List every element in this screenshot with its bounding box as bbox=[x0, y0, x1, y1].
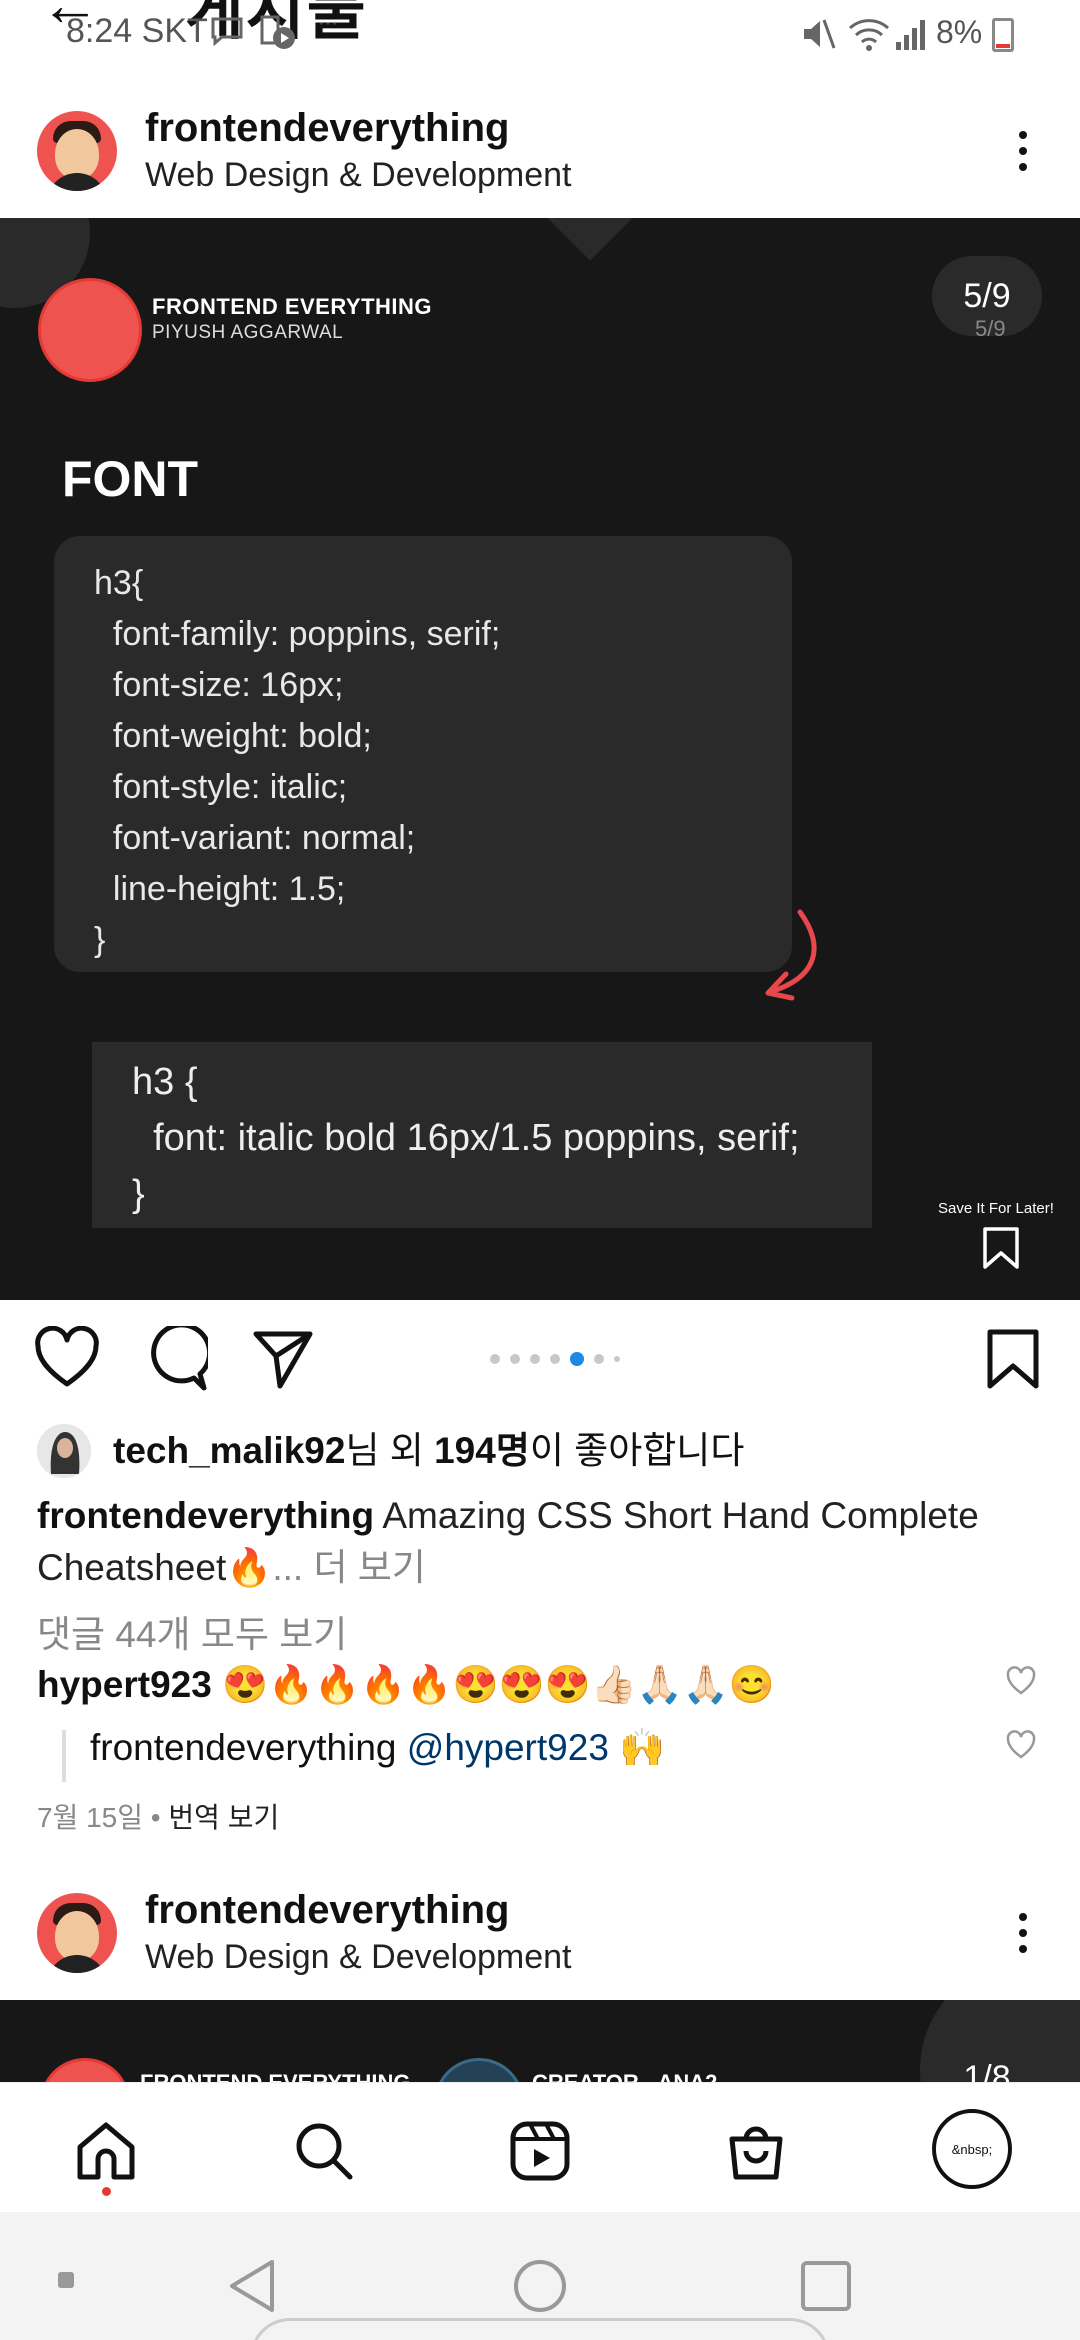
brand-name: FRONTEND EVERYTHING bbox=[152, 294, 433, 319]
like-heart-icon[interactable] bbox=[34, 1325, 100, 1392]
system-indicator-dot bbox=[58, 2272, 74, 2288]
decorative-diamond bbox=[547, 218, 633, 261]
reply-like-icon[interactable] bbox=[1006, 1730, 1036, 1760]
home-icon[interactable] bbox=[74, 2119, 138, 2188]
system-home-icon[interactable] bbox=[512, 2258, 568, 2319]
slide-bookmark-icon bbox=[982, 1226, 1020, 1275]
share-send-icon[interactable] bbox=[250, 1326, 316, 1392]
shop-bag-icon[interactable] bbox=[724, 2119, 788, 2188]
battery-percent: 8% bbox=[936, 14, 983, 50]
youtube-icon bbox=[258, 14, 298, 58]
reels-icon[interactable] bbox=[508, 2119, 572, 2188]
brand-avatar bbox=[38, 278, 142, 382]
curved-arrow-icon bbox=[756, 908, 836, 1013]
comment-username[interactable]: hypert923 bbox=[37, 1664, 212, 1705]
post2-author-avatar[interactable] bbox=[37, 1893, 117, 1973]
comment-like-icon[interactable] bbox=[1006, 1666, 1036, 1696]
chat-icon bbox=[210, 16, 244, 54]
reply-thread-line bbox=[62, 1730, 66, 1782]
status-time: 8:24 SKT bbox=[66, 12, 208, 50]
system-back-icon[interactable] bbox=[226, 2258, 278, 2319]
wifi-icon bbox=[848, 16, 890, 60]
liker-avatar[interactable] bbox=[37, 1424, 91, 1478]
carousel-indicator bbox=[490, 1350, 630, 1368]
caption-username[interactable]: frontendeverything bbox=[37, 1495, 374, 1536]
translate-link[interactable]: 번역 보기 bbox=[168, 1802, 279, 1833]
post2-more-options-icon[interactable] bbox=[1017, 1913, 1029, 1961]
reply-username[interactable]: frontendeverything bbox=[90, 1727, 396, 1768]
comment-icon[interactable] bbox=[142, 1322, 213, 1392]
reply-item: frontendeverything @hypert923 🙌 bbox=[90, 1727, 665, 1770]
signal-icon bbox=[894, 16, 930, 60]
liker-username[interactable]: tech_malik92 bbox=[113, 1430, 345, 1471]
view-all-comments-link[interactable]: 댓글 44개 모두 보기 bbox=[37, 1604, 347, 1658]
more-options-icon[interactable] bbox=[1017, 131, 1029, 179]
system-recents-icon[interactable] bbox=[800, 2260, 852, 2317]
carrier: SKT bbox=[141, 12, 208, 50]
comment-item: hypert923 😍🔥🔥🔥🔥😍😍😍👍🏻🙏🏻🙏🏻😊 bbox=[37, 1664, 775, 1707]
mute-icon bbox=[800, 16, 836, 60]
profile-avatar-tab[interactable]: &nbsp; bbox=[932, 2109, 1012, 2189]
save-bookmark-icon[interactable] bbox=[980, 1326, 1046, 1392]
battery-icon bbox=[992, 18, 1014, 52]
status-bar: ← 게시물 8:24 SKT ··· 8% bbox=[0, 0, 1080, 70]
post-meta: 7월 15일 • 번역 보기 bbox=[37, 1802, 280, 1833]
search-icon[interactable] bbox=[292, 2119, 356, 2188]
slide-title: FONT bbox=[62, 451, 199, 507]
reply-text: 🙌 bbox=[608, 1727, 666, 1768]
see-more-link[interactable]: ... 더 보기 bbox=[272, 1547, 426, 1588]
bottom-navigation: &nbsp; bbox=[0, 2082, 1080, 2212]
gesture-pill bbox=[250, 2318, 830, 2340]
reply-mention[interactable]: @hypert923 bbox=[407, 1727, 609, 1768]
post-author-username[interactable]: frontendeverything bbox=[145, 106, 509, 151]
carousel-counter-ghost: 5/9 bbox=[975, 316, 1006, 341]
home-notification-dot bbox=[102, 2187, 111, 2196]
post2-author-subtitle: Web Design & Development bbox=[145, 1938, 572, 1976]
likes-text[interactable]: tech_malik92님 외 194명이 좋아합니다 bbox=[113, 1420, 744, 1474]
code-block-longhand: h3{ font-family: poppins, serif; font-si… bbox=[54, 536, 792, 972]
post-date: 7월 15일 bbox=[37, 1802, 144, 1833]
post2-author-username[interactable]: frontendeverything bbox=[145, 1888, 509, 1933]
like-count: 194명 bbox=[434, 1430, 530, 1471]
post-carousel-slide[interactable]: FRONTEND EVERYTHING PIYUSH AGGARWAL 5/9 … bbox=[0, 218, 1080, 1300]
more-notifications: ··· bbox=[318, 12, 338, 34]
post-author-avatar[interactable] bbox=[37, 111, 117, 191]
comment-text: 😍🔥🔥🔥🔥😍😍😍👍🏻🙏🏻🙏🏻😊 bbox=[211, 1664, 775, 1705]
brand-author: PIYUSH AGGARWAL bbox=[152, 322, 344, 343]
save-later-label: Save It For Later! bbox=[938, 1200, 1054, 1217]
system-navigation-bar bbox=[0, 2212, 1080, 2340]
post-caption: frontendeverything Amazing CSS Short Han… bbox=[37, 1490, 1047, 1594]
post-author-subtitle: Web Design & Development bbox=[145, 156, 572, 194]
code-block-shorthand: h3 { font: italic bold 16px/1.5 poppins,… bbox=[92, 1042, 872, 1228]
